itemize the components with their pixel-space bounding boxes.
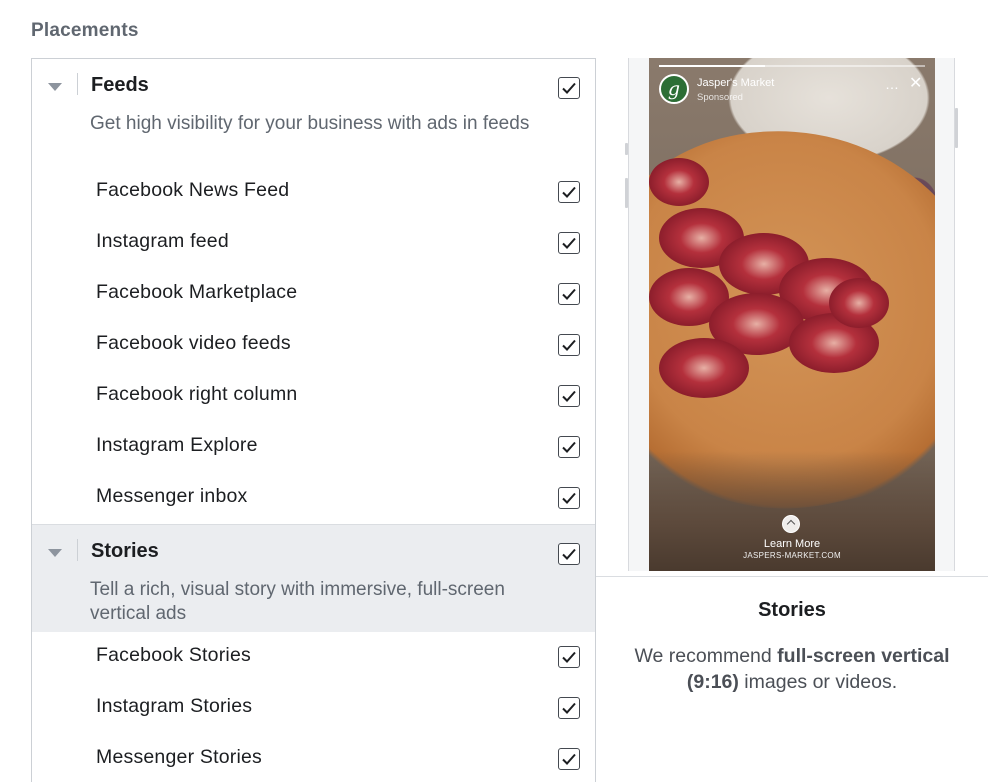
checkmark-icon bbox=[562, 339, 576, 351]
placement-label: Instagram Explore bbox=[96, 434, 258, 456]
placement-label: Facebook Stories bbox=[96, 644, 251, 666]
placements-heading: Placements bbox=[31, 20, 139, 41]
placement-label: Facebook video feeds bbox=[96, 332, 291, 354]
placement-item[interactable]: Facebook right column bbox=[32, 371, 595, 422]
phone-button bbox=[955, 108, 958, 148]
phone-button bbox=[625, 143, 628, 155]
placement-label: Facebook right column bbox=[96, 383, 298, 405]
placement-checkbox[interactable] bbox=[558, 646, 580, 668]
brand-avatar: g bbox=[659, 74, 689, 104]
ad-preview: g Jasper's Market Sponsored … ✕ Learn Mo… bbox=[596, 58, 988, 778]
more-options-icon[interactable]: … bbox=[885, 76, 900, 92]
placement-checkbox[interactable] bbox=[558, 436, 580, 458]
group-header-feeds[interactable]: Feeds Get high visibility for your busin… bbox=[32, 59, 595, 167]
checkmark-icon bbox=[562, 702, 576, 714]
checkmark-icon bbox=[562, 390, 576, 402]
placement-item[interactable]: Instagram Stories bbox=[32, 683, 595, 734]
placement-checkbox[interactable] bbox=[558, 748, 580, 770]
desc-text: We recommend bbox=[634, 645, 778, 667]
placement-checkbox[interactable] bbox=[558, 697, 580, 719]
group-checkbox-feeds[interactable] bbox=[558, 77, 580, 99]
group-stories: Stories Tell a rich, visual story with i… bbox=[32, 524, 595, 782]
swipe-up-icon[interactable] bbox=[782, 515, 800, 533]
placement-item[interactable]: Facebook Stories bbox=[32, 632, 595, 683]
checkmark-icon bbox=[562, 753, 576, 765]
phone-frame: g Jasper's Market Sponsored … ✕ Learn Mo… bbox=[625, 58, 958, 571]
placement-checkbox[interactable] bbox=[558, 334, 580, 356]
brand-name: Jasper's Market bbox=[697, 77, 775, 89]
placement-label: Facebook News Feed bbox=[96, 179, 290, 201]
checkmark-icon bbox=[562, 237, 576, 249]
placement-item[interactable]: Facebook News Feed bbox=[32, 167, 595, 218]
placement-item[interactable]: Messenger inbox bbox=[32, 473, 595, 524]
checkmark-icon bbox=[562, 82, 576, 94]
fig-slice bbox=[829, 278, 889, 328]
checkmark-icon bbox=[562, 548, 576, 560]
placement-checkbox[interactable] bbox=[558, 385, 580, 407]
placement-item[interactable]: Messenger Stories bbox=[32, 734, 595, 782]
close-icon[interactable]: ✕ bbox=[909, 73, 922, 93]
placement-label: Instagram feed bbox=[96, 230, 229, 252]
group-description: Get high visibility for your business wi… bbox=[90, 113, 530, 134]
learn-more-cta[interactable]: Learn More bbox=[649, 538, 935, 550]
placements-panel: Feeds Get high visibility for your busin… bbox=[31, 58, 596, 782]
group-checkbox-stories[interactable] bbox=[558, 543, 580, 565]
sponsored-label: Sponsored bbox=[697, 92, 743, 103]
placement-checkbox[interactable] bbox=[558, 232, 580, 254]
placement-label: Instagram Stories bbox=[96, 695, 253, 717]
placement-checkbox[interactable] bbox=[558, 487, 580, 509]
group-header-stories[interactable]: Stories Tell a rich, visual story with i… bbox=[32, 524, 595, 632]
group-feeds: Feeds Get high visibility for your busin… bbox=[32, 59, 595, 524]
fig-slice bbox=[649, 158, 709, 206]
group-title: Stories bbox=[91, 540, 159, 562]
desc-text: images or videos. bbox=[738, 671, 898, 693]
checkmark-icon bbox=[562, 492, 576, 504]
group-title: Feeds bbox=[91, 74, 149, 96]
preview-description: We recommend full-screen vertical (9:16)… bbox=[614, 643, 970, 695]
checkmark-icon bbox=[562, 288, 576, 300]
story-progress-bar bbox=[659, 65, 925, 67]
checkmark-icon bbox=[562, 186, 576, 198]
placement-item[interactable]: Instagram feed bbox=[32, 218, 595, 269]
placement-label: Facebook Marketplace bbox=[96, 281, 298, 303]
fig-slice bbox=[659, 338, 749, 398]
placement-checkbox[interactable] bbox=[558, 283, 580, 305]
caret-down-icon[interactable] bbox=[48, 83, 62, 91]
divider bbox=[77, 73, 78, 95]
placement-label: Messenger Stories bbox=[96, 746, 262, 768]
placement-checkbox[interactable] bbox=[558, 181, 580, 203]
phone-button bbox=[625, 178, 628, 208]
preview-divider bbox=[596, 576, 988, 577]
placement-item[interactable]: Facebook video feeds bbox=[32, 320, 595, 371]
checkmark-icon bbox=[562, 651, 576, 663]
group-description: Tell a rich, visual story with immersive… bbox=[90, 579, 505, 624]
story-ad-image: g Jasper's Market Sponsored … ✕ Learn Mo… bbox=[649, 58, 935, 571]
caret-down-icon[interactable] bbox=[48, 549, 62, 557]
placement-item[interactable]: Instagram Explore bbox=[32, 422, 595, 473]
checkmark-icon bbox=[562, 441, 576, 453]
divider bbox=[77, 539, 78, 561]
placement-item[interactable]: Facebook Marketplace bbox=[32, 269, 595, 320]
ad-url: JASPERS-MARKET.COM bbox=[743, 551, 841, 560]
placement-label: Messenger inbox bbox=[96, 485, 248, 507]
preview-title: Stories bbox=[758, 599, 826, 621]
